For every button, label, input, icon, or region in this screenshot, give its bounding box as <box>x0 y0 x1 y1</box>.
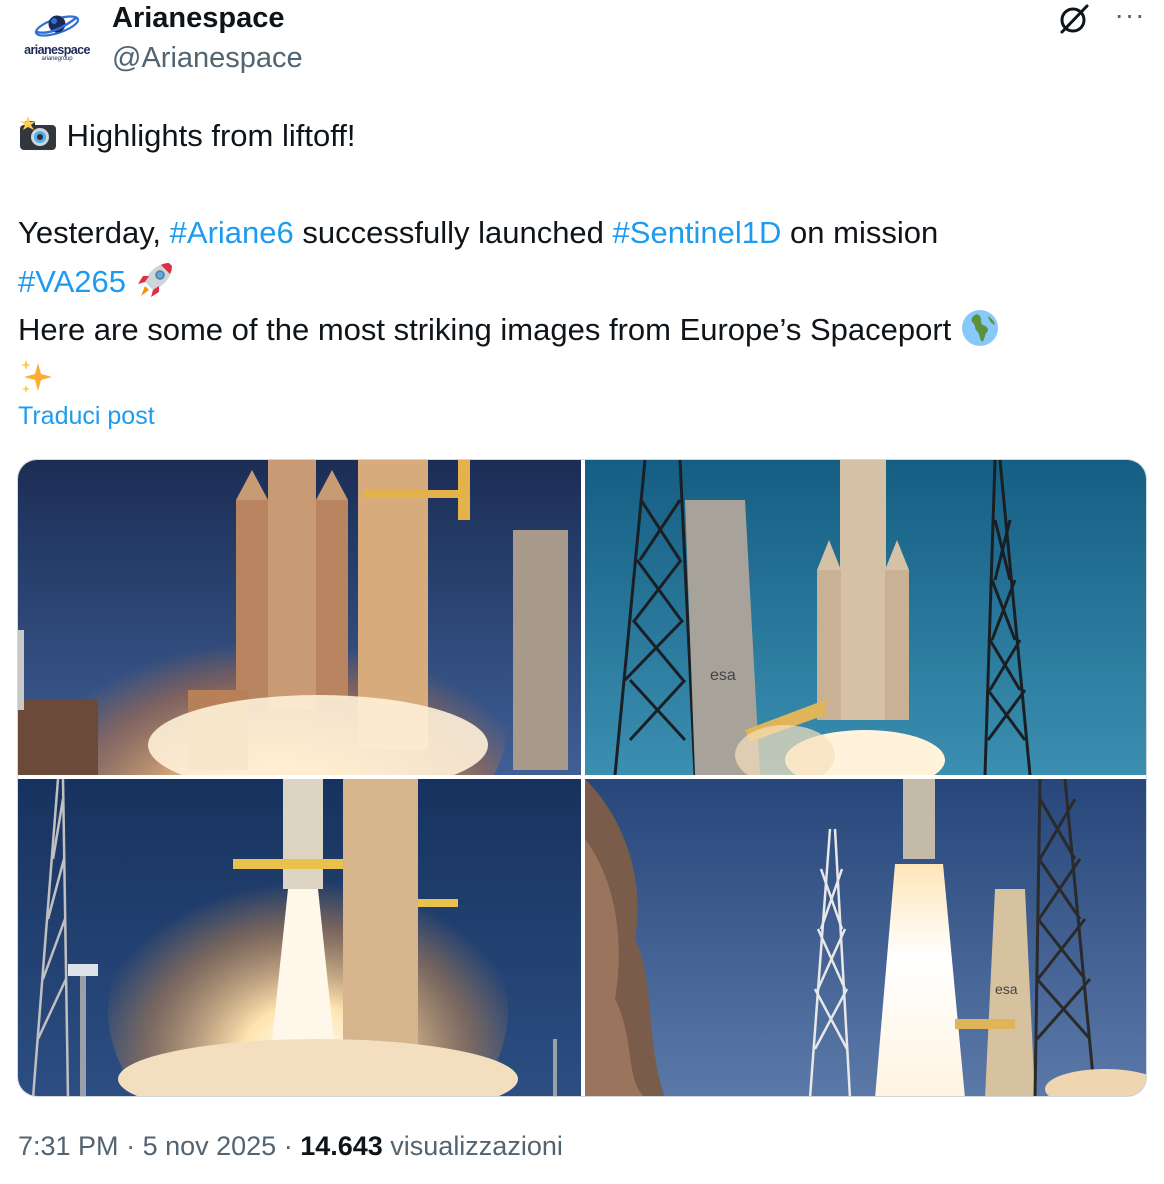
camera-flash-emoji <box>18 114 58 154</box>
hashtag-ariane6[interactable]: #Ariane6 <box>170 215 294 250</box>
liftoff-photo-1[interactable] <box>18 460 581 775</box>
author-name[interactable]: Arianespace <box>112 2 285 35</box>
text-on-mission: on mission <box>781 215 939 250</box>
rocket-emoji <box>135 260 175 300</box>
avatar[interactable]: arianespace arianegroup <box>14 6 100 84</box>
author-handle[interactable]: @Arianespace <box>112 42 303 75</box>
grok-icon[interactable] <box>1057 2 1091 36</box>
text-successfully: successfully launched <box>293 215 613 250</box>
avatar-subbrand: arianegroup <box>41 56 73 62</box>
media-grid: esa esa <box>17 459 1147 1097</box>
sparkles-emoji <box>18 357 58 397</box>
more-options-icon[interactable]: ··· <box>1110 0 1150 30</box>
arianespace-logo-icon <box>34 15 80 37</box>
globe-emoji <box>960 308 1000 348</box>
liftoff-photo-4[interactable]: esa <box>585 779 1146 1096</box>
esa-label: esa <box>995 981 1018 997</box>
text-line-5 <box>18 355 1148 404</box>
text-line-3: #VA265 <box>18 258 1148 307</box>
hashtag-va265[interactable]: #VA265 <box>18 264 126 299</box>
text-highlights: Highlights from liftoff! <box>66 118 356 153</box>
avatar-brand: arianespace <box>24 43 90 57</box>
text-gap <box>18 161 1148 210</box>
post-metadata: 7:31 PM · 5 nov 2025 · 14.643 visualizza… <box>18 1131 563 1162</box>
text-striking-images: Here are some of the most striking image… <box>18 312 952 347</box>
liftoff-photo-3[interactable] <box>18 779 581 1096</box>
views-label: visualizzazioni <box>382 1131 563 1161</box>
text-line-1: Highlights from liftoff! <box>18 112 1148 161</box>
text-line-4: Here are some of the most striking image… <box>18 306 1148 355</box>
esa-label: esa <box>710 667 736 684</box>
tweet: arianespace arianegroup Arianespace @Ari… <box>0 0 1164 1184</box>
post-date[interactable]: 5 nov 2025 <box>143 1131 277 1161</box>
post-time[interactable]: 7:31 PM <box>18 1131 119 1161</box>
text-line-2: Yesterday, #Ariane6 successfully launche… <box>18 209 1148 258</box>
tweet-text: Highlights from liftoff! Yesterday, #Ari… <box>18 112 1148 403</box>
separator-dot: · <box>118 1131 143 1161</box>
translate-post-link[interactable]: Traduci post <box>18 402 155 431</box>
views-count[interactable]: 14.643 <box>300 1131 383 1161</box>
liftoff-photo-2[interactable]: esa <box>585 460 1146 775</box>
separator-dot: · <box>276 1131 301 1161</box>
hashtag-sentinel1d[interactable]: #Sentinel1D <box>613 215 782 250</box>
text-yesterday: Yesterday, <box>18 215 170 250</box>
